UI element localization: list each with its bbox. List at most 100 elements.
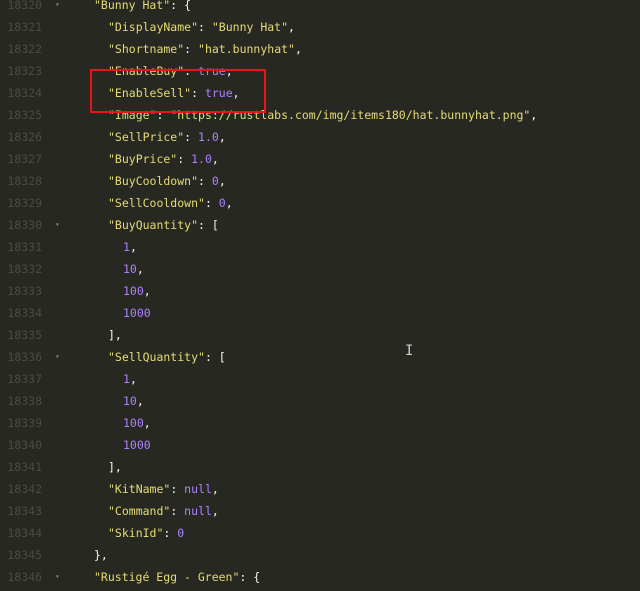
code-text: ], xyxy=(108,456,122,478)
code-line[interactable]: 18343 "Command": null, xyxy=(0,500,640,522)
token-punct: , xyxy=(136,394,144,408)
token-str: "SellPrice" xyxy=(108,130,185,144)
code-line[interactable]: 18327 "BuyPrice": 1.0, xyxy=(0,148,640,170)
token-num: 1.0 xyxy=(198,130,219,144)
line-number: 18343 xyxy=(7,504,42,518)
token-punct: : xyxy=(198,174,212,188)
code-line[interactable]: 18333 100, xyxy=(0,280,640,302)
token-punct: , xyxy=(530,108,538,122)
token-str: "KitName" xyxy=(108,482,171,496)
line-number: 18329 xyxy=(7,196,42,210)
line-number: 18324 xyxy=(7,86,42,100)
code-line[interactable]: 18330 ▾ "BuyQuantity": [ xyxy=(0,214,640,236)
token-num: 100 xyxy=(123,284,144,298)
code-line[interactable]: 18320 ▾ "Bunny Hat": { xyxy=(0,0,640,16)
token-punct: , xyxy=(294,42,302,56)
code-text: 1000 xyxy=(123,302,151,324)
code-line[interactable]: 18342 "KitName": null, xyxy=(0,478,640,500)
token-punct: , xyxy=(218,174,226,188)
code-line[interactable]: 18339 100, xyxy=(0,412,640,434)
token-punct: , xyxy=(129,372,137,386)
code-line[interactable]: 18337 1, xyxy=(0,368,640,390)
code-line[interactable]: 18321 "DisplayName": "Bunny Hat", xyxy=(0,16,640,38)
token-str: "BuyCooldown" xyxy=(108,174,199,188)
token-punct: , xyxy=(225,196,233,210)
text-cursor-icon: I xyxy=(405,343,414,359)
line-number: 18331 xyxy=(7,240,42,254)
token-punct: : xyxy=(184,42,199,56)
code-line[interactable]: 18341], xyxy=(0,456,640,478)
code-line[interactable]: 18334 1000 xyxy=(0,302,640,324)
code-line[interactable]: 18322 "Shortname": "hat.bunnyhat", xyxy=(0,38,640,60)
token-punct: , xyxy=(211,504,219,518)
token-punct: : [ xyxy=(204,350,226,364)
line-number: 18333 xyxy=(7,284,42,298)
line-number: 18345 xyxy=(7,548,42,562)
line-number: 18344 xyxy=(7,526,42,540)
token-num: 1000 xyxy=(123,306,151,320)
line-number: 18323 xyxy=(7,64,42,78)
fold-arrow-icon[interactable]: ▾ xyxy=(55,214,60,236)
code-line[interactable]: 18326 "SellPrice": 1.0, xyxy=(0,126,640,148)
fold-arrow-icon[interactable]: ▾ xyxy=(55,566,60,588)
code-line[interactable]: 18329 "SellCooldown": 0, xyxy=(0,192,640,214)
code-text: 100, xyxy=(123,412,151,434)
token-str: "BuyPrice" xyxy=(108,152,178,166)
token-punct: , xyxy=(211,152,219,166)
token-num: 100 xyxy=(123,416,144,430)
line-number: 18336 xyxy=(7,350,42,364)
code-text: "Bunny Hat": { xyxy=(94,0,191,16)
line-number: 18337 xyxy=(7,372,42,386)
fold-arrow-icon[interactable]: ▾ xyxy=(55,0,60,16)
code-line[interactable]: 18328 "BuyCooldown": 0, xyxy=(0,170,640,192)
code-line[interactable]: 18331 1, xyxy=(0,236,640,258)
token-str: "hat.bunnyhat" xyxy=(198,42,295,56)
token-punct: , xyxy=(211,482,219,496)
line-number: 18342 xyxy=(7,482,42,496)
code-line[interactable]: 18345}, xyxy=(0,544,640,566)
token-str: "Command" xyxy=(108,504,171,518)
code-line[interactable]: 18346 ▾ "Rustigé Egg - Green": { xyxy=(0,566,640,588)
line-number: 18334 xyxy=(7,306,42,320)
token-str: "SellQuantity" xyxy=(108,350,205,364)
token-punct: : { xyxy=(239,570,261,584)
code-text: "Rustigé Egg - Green": { xyxy=(94,566,260,588)
code-text: "Shortname": "hat.bunnyhat", xyxy=(108,38,302,60)
token-num: 0 xyxy=(211,174,219,188)
code-text: ], xyxy=(108,324,122,346)
code-text: 10, xyxy=(123,390,144,412)
token-num: 10 xyxy=(123,262,137,276)
token-punct: , xyxy=(218,130,226,144)
code-line[interactable]: 18338 10, xyxy=(0,390,640,412)
code-text: "SellQuantity": [ xyxy=(108,346,226,368)
code-line[interactable]: 18335], xyxy=(0,324,640,346)
line-number: 18341 xyxy=(7,460,42,474)
line-number: 18327 xyxy=(7,152,42,166)
code-text: "SellCooldown": 0, xyxy=(108,192,233,214)
highlight-annotation-box xyxy=(90,69,266,113)
token-punct: , xyxy=(129,240,137,254)
token-str: "Shortname" xyxy=(108,42,185,56)
token-punct: , xyxy=(143,416,151,430)
code-line[interactable]: 18332 10, xyxy=(0,258,640,280)
token-num: 1 xyxy=(123,240,130,254)
line-number: 18330 xyxy=(7,218,42,232)
token-str: "SkinId" xyxy=(108,526,164,540)
line-number: 18346 xyxy=(7,570,42,584)
token-str: "Rustigé Egg - Green" xyxy=(94,570,240,584)
fold-arrow-icon[interactable]: ▾ xyxy=(55,346,60,368)
code-text: "SellPrice": 1.0, xyxy=(108,126,226,148)
token-num: 10 xyxy=(123,394,137,408)
code-line[interactable]: 18344 "SkinId": 0 xyxy=(0,522,640,544)
token-punct: : xyxy=(170,482,185,496)
token-kw: null xyxy=(184,504,212,518)
line-number: 18322 xyxy=(7,42,42,56)
token-str: "DisplayName" xyxy=(108,20,199,34)
token-str: "SellCooldown" xyxy=(108,196,205,210)
code-line[interactable]: 18340 1000 xyxy=(0,434,640,456)
line-number: 18325 xyxy=(7,108,42,122)
code-text: 1, xyxy=(123,368,137,390)
code-line[interactable]: 18336 ▾ "SellQuantity": [ xyxy=(0,346,640,368)
code-text: 1, xyxy=(123,236,137,258)
token-punct: : [ xyxy=(198,218,219,232)
